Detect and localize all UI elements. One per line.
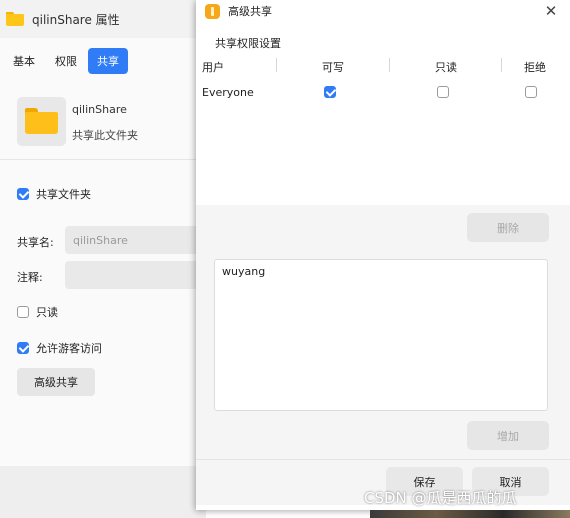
readonly-checkbox[interactable] <box>17 306 29 318</box>
column-writable: 可写 <box>322 61 344 74</box>
readonly-checkbox[interactable] <box>437 86 449 98</box>
properties-window: qilinShare 属性 基本 权限 共享 qilinShare 共享此文件夹… <box>0 0 206 518</box>
folder-thumbnail <box>17 97 66 146</box>
watermark: CSDN @瓜是西瓜的瓜 <box>364 489 517 507</box>
share-folder-checkbox[interactable] <box>17 188 29 200</box>
dialog-title: 高级共享 <box>228 5 272 18</box>
add-button[interactable]: 增加 <box>467 421 549 450</box>
desktop-background <box>370 510 570 518</box>
guest-access-label: 允许游客访问 <box>36 342 102 355</box>
folder-name: qilinShare <box>72 103 127 116</box>
column-readonly: 只读 <box>435 61 457 74</box>
row-user: Everyone <box>202 86 254 99</box>
properties-footer <box>0 466 206 518</box>
advanced-share-dialog: 高级共享 ✕ 共享权限设置 用户 可写 只读 拒绝 Everyone 删除 wu… <box>196 0 570 510</box>
app-icon <box>205 3 220 19</box>
column-divider <box>501 58 502 72</box>
delete-button[interactable]: 删除 <box>467 213 549 242</box>
properties-tabs: 基本 权限 共享 <box>0 46 206 76</box>
folder-icon <box>6 12 24 26</box>
deny-checkbox[interactable] <box>525 86 537 98</box>
folder-icon <box>25 108 58 134</box>
column-divider <box>276 58 277 72</box>
properties-titlebar: qilinShare 属性 <box>0 0 206 38</box>
readonly-label: 只读 <box>36 306 58 319</box>
guest-access-checkbox[interactable] <box>17 342 29 354</box>
share-name-label: 共享名: <box>17 236 54 249</box>
share-folder-option[interactable]: 共享文件夹 <box>17 186 91 202</box>
column-user: 用户 <box>202 61 224 74</box>
folder-subtitle: 共享此文件夹 <box>72 129 138 142</box>
close-icon[interactable]: ✕ <box>542 2 560 20</box>
tab-permissions[interactable]: 权限 <box>46 48 86 74</box>
footer-divider <box>196 459 570 460</box>
readonly-option[interactable]: 只读 <box>17 304 58 320</box>
folder-header: qilinShare 共享此文件夹 <box>0 86 206 160</box>
table-row[interactable]: Everyone <box>196 81 570 103</box>
writable-checkbox[interactable] <box>324 86 336 98</box>
tab-basic[interactable]: 基本 <box>4 48 44 74</box>
section-title: 共享权限设置 <box>215 37 281 50</box>
dialog-titlebar: 高级共享 ✕ <box>196 0 570 22</box>
properties-title: qilinShare 属性 <box>32 12 120 27</box>
comment-input[interactable] <box>65 261 206 289</box>
column-divider <box>389 58 390 72</box>
column-deny: 拒绝 <box>524 61 546 74</box>
permissions-table-header: 用户 可写 只读 拒绝 <box>196 55 570 77</box>
share-folder-label: 共享文件夹 <box>36 188 91 201</box>
advanced-share-button[interactable]: 高级共享 <box>17 368 95 396</box>
share-name-input[interactable]: qilinShare <box>65 226 206 254</box>
tab-share[interactable]: 共享 <box>88 48 128 74</box>
guest-access-option[interactable]: 允许游客访问 <box>17 340 102 356</box>
comment-label: 注释: <box>17 271 43 284</box>
user-input[interactable]: wuyang <box>214 259 548 411</box>
